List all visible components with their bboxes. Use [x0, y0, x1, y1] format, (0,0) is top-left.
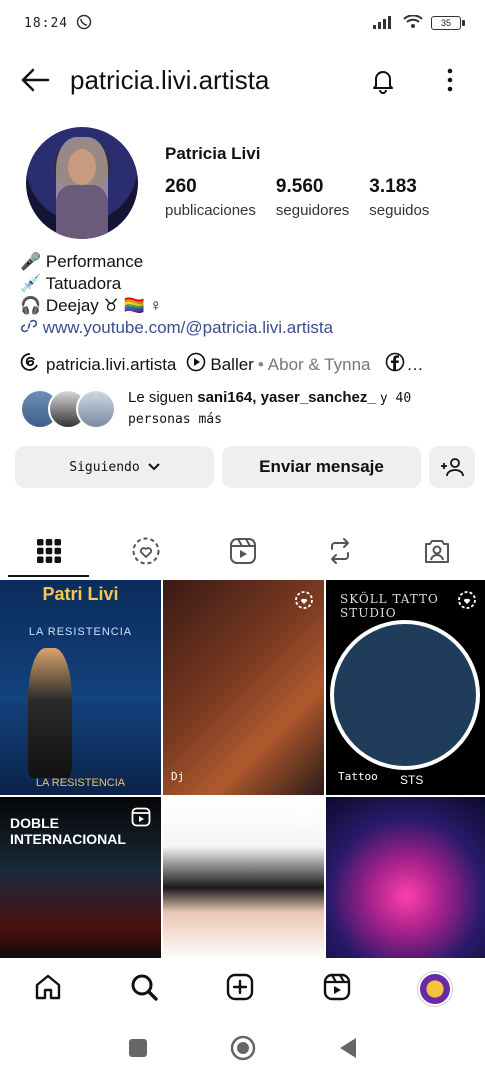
- message-button[interactable]: Enviar mensaje: [222, 446, 421, 488]
- music-title[interactable]: Baller: [210, 355, 253, 375]
- threads-link[interactable]: patricia.livi.artista: [46, 355, 176, 375]
- post-thumbnail[interactable]: [326, 797, 485, 960]
- reel-icon: [131, 807, 151, 832]
- suggest-users-button[interactable]: [429, 446, 475, 488]
- post-thumbnail[interactable]: SKÖLL TATTO STUDIO Tattoo STS: [326, 580, 485, 795]
- tab-highlights[interactable]: [97, 525, 194, 577]
- plus-square-icon: [227, 973, 254, 1000]
- square-icon: [128, 1038, 147, 1057]
- stat-posts[interactable]: 260 publicaciones: [165, 176, 256, 219]
- mutual-avatar: [76, 389, 116, 429]
- recents-button[interactable]: [128, 1038, 148, 1063]
- more-options-button[interactable]: [447, 68, 453, 97]
- signal-icon: [373, 15, 395, 32]
- tab-grid[interactable]: [0, 525, 97, 577]
- bio-line: 🎧 Deejay ♉ 🏳️‍🌈 ♀: [20, 296, 163, 315]
- tagged-person-icon: [424, 540, 449, 563]
- play-circle-icon: [186, 352, 206, 377]
- post-thumbnail[interactable]: Patri Livi LA RESISTENCIA LA RESISTENCIA: [0, 580, 161, 795]
- following-button[interactable]: Siguiendo: [15, 446, 214, 488]
- posts-grid: Patri Livi LA RESISTENCIA LA RESISTENCIA…: [0, 580, 485, 960]
- home-icon: [35, 974, 61, 999]
- tab-reels[interactable]: [194, 525, 291, 577]
- status-bar: 18:24 35: [0, 0, 485, 46]
- profile-actions: Siguiendo Enviar mensaje: [15, 446, 475, 488]
- profile-name: Patricia Livi: [165, 144, 261, 163]
- threads-icon: [20, 352, 40, 377]
- mutual-avatars: [20, 389, 116, 429]
- profile-avatar[interactable]: [26, 127, 138, 239]
- notifications-button[interactable]: [369, 66, 397, 99]
- triangle-back-icon: [339, 1037, 356, 1058]
- facebook-icon[interactable]: [385, 352, 405, 377]
- pinned-heart-icon: [294, 590, 314, 615]
- post-thumbnail[interactable]: Dj: [163, 580, 324, 795]
- nav-reels[interactable]: [322, 972, 352, 1007]
- battery-icon: 35: [431, 16, 465, 30]
- tag-separator: •: [257, 354, 264, 374]
- status-time: 18:24: [24, 15, 69, 31]
- back-button[interactable]: [0, 68, 70, 92]
- kebab-icon: [447, 68, 453, 92]
- profile-tags-row: patricia.livi.artista Baller • Abor & Ty…: [20, 352, 424, 377]
- post-thumbnail[interactable]: [163, 797, 324, 960]
- nav-profile-avatar[interactable]: [417, 972, 452, 1006]
- profile-header: patricia.livi.artista: [0, 54, 485, 106]
- stat-followers[interactable]: 9.560 seguidores: [276, 176, 349, 219]
- pinned-heart-icon: [457, 590, 477, 615]
- nav-search[interactable]: [129, 972, 159, 1007]
- wifi-icon: [403, 13, 423, 32]
- bio-line: 🎤 Performance: [20, 252, 144, 271]
- header-username: patricia.livi.artista: [70, 64, 270, 95]
- tab-tagged[interactable]: [388, 525, 485, 577]
- followed-by[interactable]: Le siguen sani164, yaser_sanchez_ y 40 p…: [20, 388, 411, 430]
- whatsapp-icon: [76, 14, 92, 33]
- add-person-icon: [441, 458, 464, 477]
- post-thumbnail[interactable]: DOBLE INTERNACIONAL: [0, 797, 161, 960]
- followed-by-text: Le siguen sani164, yaser_sanchez_ y 40 p…: [128, 389, 412, 427]
- pinned-heart-icon: [294, 807, 314, 832]
- stat-following[interactable]: 3.183 seguidos: [369, 176, 429, 219]
- bell-icon: [373, 71, 393, 94]
- nav-create[interactable]: [225, 972, 255, 1007]
- bottom-nav: [0, 958, 485, 1020]
- arrow-left-icon: [21, 68, 50, 92]
- profile-tabs: [0, 525, 485, 577]
- reels-icon: [323, 973, 350, 1000]
- system-nav-bar: [0, 1020, 485, 1080]
- tab-reposts[interactable]: [291, 525, 388, 577]
- profile-stats: 260 publicaciones 9.560 seguidores 3.183…: [165, 176, 449, 219]
- heart-circle-icon: [132, 537, 159, 565]
- circle-icon: [230, 1035, 255, 1060]
- repost-icon: [330, 538, 349, 564]
- chevron-down-icon: [148, 463, 160, 471]
- bio-line: 💉 Tatuadora: [20, 274, 122, 293]
- profile-bio: 🎤 Performance 💉 Tatuadora 🎧 Deejay ♉ 🏳️‍…: [20, 251, 333, 339]
- nav-home[interactable]: [33, 972, 63, 1007]
- grid-icon: [36, 539, 61, 563]
- back-system-button[interactable]: [338, 1037, 358, 1064]
- reels-icon: [229, 538, 256, 564]
- bio-link[interactable]: www.youtube.com/@patricia.livi.artista: [20, 317, 333, 339]
- tags-ellipsis: …: [406, 354, 424, 374]
- search-icon: [131, 974, 158, 1001]
- link-icon: [20, 317, 38, 339]
- music-artist: Abor & Tynna: [267, 354, 371, 374]
- home-system-button[interactable]: [230, 1035, 256, 1066]
